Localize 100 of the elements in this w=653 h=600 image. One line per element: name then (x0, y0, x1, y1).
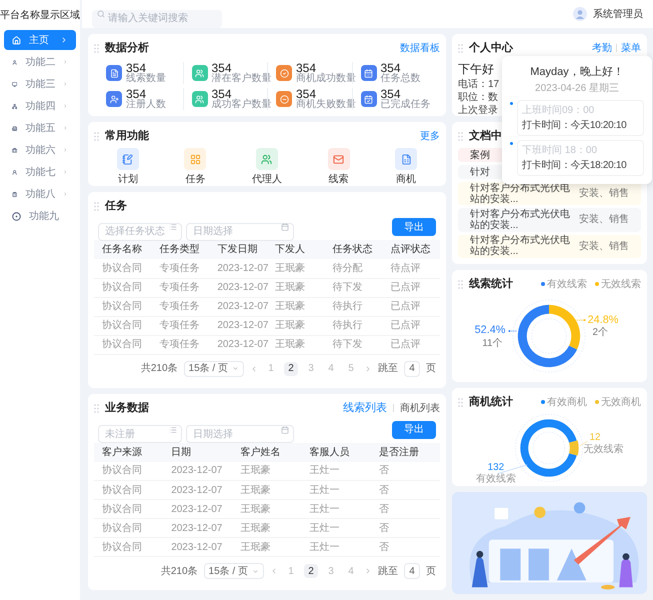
sidebar-item[interactable]: 功能五 (4, 118, 76, 138)
sidebar-item[interactable]: 功能八 (4, 184, 76, 204)
page-input[interactable]: 4 (404, 563, 420, 579)
page-number[interactable]: 2 (304, 564, 318, 578)
search-field[interactable]: 请输入关键词搜索 (92, 10, 222, 28)
previous-page-icon[interactable] (270, 567, 278, 575)
date-field[interactable]: 日期选择 (186, 222, 294, 240)
table-cell: 待执行 (324, 297, 382, 316)
next-page-icon[interactable] (364, 567, 372, 575)
dashboard-link[interactable]: 数据看板 (400, 40, 440, 56)
drag-handle-icon[interactable] (458, 280, 463, 288)
document-icon[interactable] (395, 148, 418, 170)
export-button[interactable]: 导出 (392, 420, 436, 438)
sidebar-item[interactable]: 功能四 (4, 96, 76, 116)
card-title: 商机统计 (469, 394, 513, 410)
table-cell: 2023-12-07 (163, 518, 232, 538)
table-cell: 待执行 (324, 316, 382, 335)
function-label[interactable]: 商机 (396, 172, 416, 187)
sidebar-label: 功能六 (25, 144, 56, 158)
avatar-icon[interactable] (573, 7, 587, 21)
user-icon (12, 168, 18, 176)
select-field[interactable]: 选择任务状态 (98, 222, 182, 240)
function-label[interactable]: 计划 (118, 172, 138, 187)
sidebar-item[interactable]: 功能六 (4, 140, 76, 160)
sidebar-label: 功能二 (25, 56, 56, 70)
profile-line: 职位：数 (458, 91, 498, 104)
sidebar-label: 功能九 (29, 210, 60, 224)
stat-label: 线索数量 (126, 74, 166, 84)
platform-title: 平台名称显示区域 (0, 8, 80, 22)
calendar-icon (281, 223, 289, 231)
table-cell: 已点评 (382, 335, 440, 354)
page-number[interactable]: 4 (324, 362, 338, 376)
table-cell: 否 (370, 462, 440, 480)
drag-handle-icon[interactable] (94, 404, 99, 413)
table-cell: 王珉豪 (232, 538, 302, 556)
circle-icon (12, 212, 21, 220)
list-tab[interactable]: 商机列表 (400, 400, 440, 416)
card-title: 数据分析 (105, 40, 149, 56)
page-number[interactable]: 4 (344, 564, 358, 578)
export-button[interactable]: 导出 (392, 218, 436, 236)
table-cell: 王珉豪 (232, 462, 302, 480)
table-cell: 王灶一 (302, 480, 371, 500)
column-header: 日期 (163, 442, 232, 462)
card-link[interactable]: 考勤 (592, 40, 612, 56)
page-number[interactable]: 2 (284, 362, 298, 376)
drag-handle-icon[interactable] (458, 132, 463, 140)
list-tab[interactable]: 线索列表 (343, 400, 387, 416)
mail-icon[interactable] (328, 148, 350, 170)
next-page-icon[interactable] (364, 364, 372, 372)
chart-value-label: 52.4% (474, 324, 506, 336)
grid-icon[interactable] (184, 148, 206, 170)
function-label[interactable]: 线索 (328, 172, 349, 187)
page-input[interactable]: 4 (404, 360, 420, 376)
people-icon[interactable] (256, 148, 278, 170)
more-link[interactable]: 更多 (420, 128, 440, 144)
user-name[interactable]: 系统管理员 (593, 6, 643, 22)
page-number[interactable]: 5 (344, 362, 358, 376)
table-cell: 2023-12-07 (209, 297, 267, 316)
notepad-icon[interactable] (116, 148, 139, 170)
jump-label: 跳至 (378, 564, 398, 578)
table-cell: 2023-12-07 (163, 462, 232, 480)
page-number[interactable]: 3 (324, 564, 338, 578)
column-header: 客户来源 (94, 442, 164, 462)
table-cell: 王珉豪 (266, 316, 325, 335)
sidebar-item[interactable]: 主页 (4, 30, 76, 50)
drag-handle-icon[interactable] (458, 44, 463, 52)
function-label[interactable]: 代理人 (252, 172, 282, 187)
table-cell: 2023-12-07 (163, 538, 232, 556)
sidebar-item[interactable]: 功能二 (4, 52, 76, 72)
sidebar-item[interactable]: 功能九 (4, 206, 76, 226)
page-number[interactable]: 3 (304, 362, 318, 376)
table-cell: 王灶一 (302, 538, 371, 556)
card-title: 个人中心 (469, 40, 513, 56)
page-size-select[interactable]: 15条 / 页 (184, 360, 244, 376)
select-field[interactable]: 未注册 (98, 425, 182, 443)
column-header: 点评状态 (382, 240, 440, 259)
legend-label: 有效线索 (547, 278, 587, 292)
card-link[interactable]: 菜单 (621, 40, 641, 56)
chevron-icon (252, 568, 259, 574)
legend-label: 无效线索 (601, 278, 641, 292)
drag-handle-icon[interactable] (94, 44, 99, 52)
leader-line (576, 319, 586, 322)
page-number[interactable]: 1 (264, 362, 278, 376)
stat-value: 354 (380, 88, 401, 100)
sidebar-item[interactable]: 功能三 (4, 74, 76, 94)
sidebar-label: 功能五 (25, 122, 56, 136)
document-title: 针对客户分布式光伏电站的安装... (470, 208, 571, 231)
drag-handle-icon[interactable] (458, 398, 463, 406)
previous-page-icon[interactable] (250, 364, 258, 372)
sidebar-label: 功能三 (25, 78, 56, 92)
document-title: 针对 (470, 166, 490, 180)
date-field[interactable]: 日期选择 (186, 425, 294, 443)
page-number[interactable]: 1 (284, 564, 298, 578)
jump-label: 跳至 (378, 362, 398, 376)
drag-handle-icon[interactable] (94, 202, 99, 210)
page-unit: 页 (426, 362, 436, 376)
sidebar-item[interactable]: 功能七 (4, 162, 76, 182)
drag-handle-icon[interactable] (94, 132, 99, 140)
function-label[interactable]: 任务 (185, 172, 206, 187)
page-size-select[interactable]: 15条 / 页 (204, 563, 264, 579)
